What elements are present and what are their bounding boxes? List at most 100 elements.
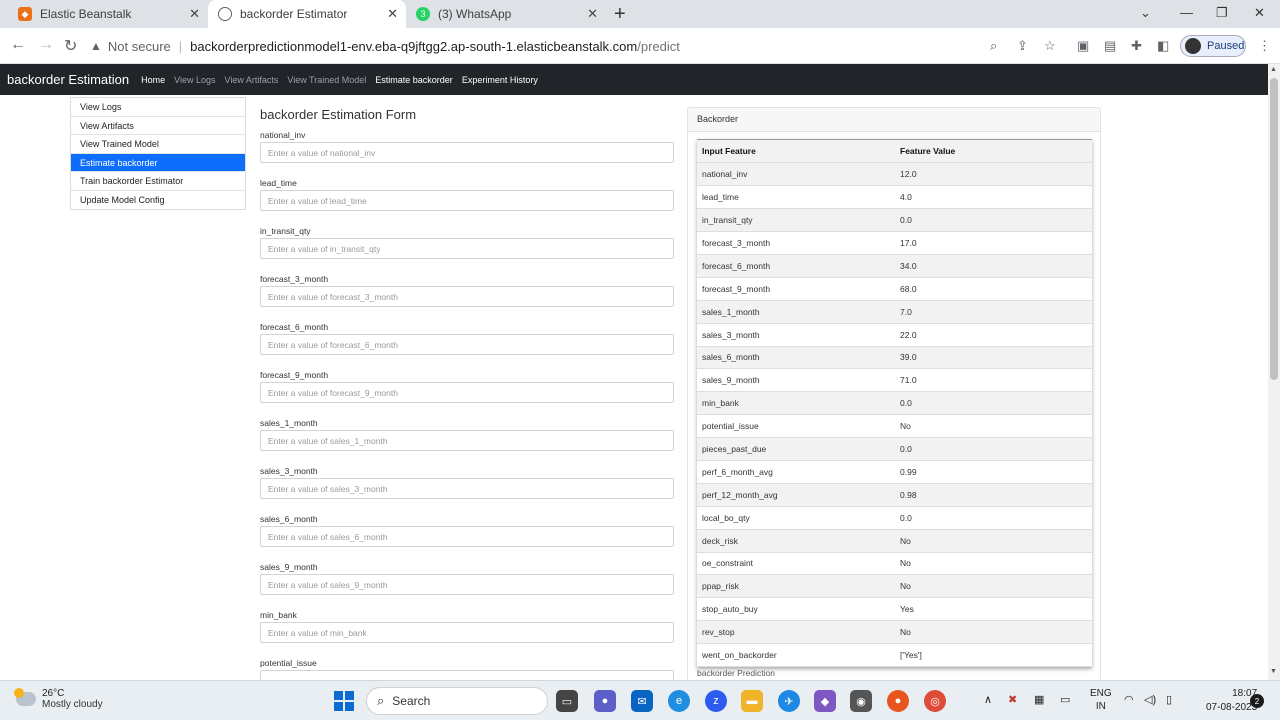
tab-whatsapp[interactable]: 3 (3) WhatsApp ✕ (406, 0, 606, 28)
wifi-icon[interactable]: ◠ (1124, 693, 1134, 706)
feature-name-cell: rev_stop (697, 620, 895, 645)
field-national-inv: national_inv (260, 128, 674, 176)
table-row: potential_issue No (697, 414, 1092, 439)
potential-issue-input[interactable] (260, 670, 674, 680)
tab-elastic-beanstalk[interactable]: ◆ Elastic Beanstalk ✕ (8, 0, 208, 28)
min-bank-input[interactable] (260, 622, 674, 643)
minimize-icon[interactable]: — (1180, 5, 1193, 20)
reload-icon[interactable]: ↻ (64, 36, 77, 56)
chrome-icon[interactable]: ◎ (924, 690, 946, 712)
page-content: View Logs View Artifacts View Trained Mo… (0, 95, 1268, 680)
app-icon[interactable]: ✈ (778, 690, 800, 712)
sidebar-item-train-estimator[interactable]: Train backorder Estimator (71, 172, 245, 191)
extension-icon[interactable]: ▤ (1104, 38, 1116, 54)
weather-widget[interactable]: 26°C Mostly cloudy (14, 688, 103, 710)
forecast-3-month-input[interactable] (260, 286, 674, 307)
extension-icon[interactable]: ▣ (1077, 38, 1089, 54)
lead-time-input[interactable] (260, 190, 674, 211)
sidebar-item-estimate-backorder[interactable]: Estimate backorder (71, 153, 245, 172)
close-icon[interactable]: ✕ (587, 6, 598, 22)
taskbar-search[interactable]: ⌕ Search (366, 687, 548, 715)
scroll-down-icon[interactable]: ▼ (1270, 668, 1277, 675)
forecast-6-month-input[interactable] (260, 334, 674, 355)
column-header: Feature Value (895, 140, 1092, 164)
zoom-app-icon[interactable]: z (705, 690, 727, 712)
feature-name-cell: local_bo_qty (697, 506, 895, 530)
language-top: ENG (1090, 688, 1112, 699)
profile-button[interactable]: Paused (1180, 35, 1246, 57)
app-icon[interactable]: ◆ (814, 690, 836, 712)
sidebar-item-view-trained-model[interactable]: View Trained Model (71, 135, 245, 154)
feature-name-cell: deck_risk (697, 529, 895, 553)
nav-home[interactable]: Home (141, 75, 165, 85)
tab-search-chevron-icon[interactable]: ⌄ (1140, 5, 1151, 21)
firefox-icon[interactable]: ● (887, 690, 909, 712)
feature-value-cell: No (895, 414, 1092, 439)
sidebar-item-update-model-config[interactable]: Update Model Config (71, 191, 245, 210)
side-panel-icon[interactable]: ◧ (1157, 38, 1169, 54)
task-view-icon[interactable]: ▭ (556, 690, 578, 712)
scrollbar-thumb[interactable] (1270, 78, 1278, 380)
keyboard-icon[interactable]: ▦ (1034, 693, 1044, 706)
edge-icon[interactable]: e (668, 690, 690, 712)
close-icon[interactable]: ✕ (189, 6, 200, 22)
file-explorer-icon[interactable]: ▬ (741, 690, 763, 712)
nav-experiment-history[interactable]: Experiment History (462, 75, 538, 85)
language-bottom: IN (1095, 701, 1106, 712)
close-window-icon[interactable]: ✕ (1254, 5, 1265, 21)
navbar-brand[interactable]: backorder Estimation (7, 72, 129, 87)
feature-name-cell: forecast_6_month (697, 254, 895, 278)
feature-name-cell: sales_3_month (697, 323, 895, 347)
restore-icon[interactable]: ❐ (1216, 5, 1228, 21)
close-icon[interactable]: ✕ (387, 6, 398, 22)
display-icon[interactable]: ▭ (1060, 693, 1070, 706)
notification-badge[interactable]: 2 (1250, 694, 1264, 708)
forward-icon[interactable]: → (38, 36, 54, 54)
feature-value-cell: No (895, 574, 1092, 599)
sales-9-month-input[interactable] (260, 574, 674, 595)
puzzle-icon[interactable]: ✚ (1131, 38, 1142, 54)
sales-3-month-input[interactable] (260, 478, 674, 499)
feature-value-cell: 68.0 (895, 277, 1092, 301)
forecast-9-month-input[interactable] (260, 382, 674, 403)
in-transit-qty-input[interactable] (260, 238, 674, 259)
scroll-up-icon[interactable]: ▲ (1270, 66, 1277, 73)
url-host: backorderpredictionmodel1-env.eba-q9jftg… (190, 38, 638, 54)
battery-icon[interactable]: ▯ (1166, 693, 1172, 706)
field-forecast-6-month: forecast_6_month (260, 320, 674, 368)
taskbar: 26°C Mostly cloudy ⌕ Search ▭ ● ✉ e z ▬ … (0, 680, 1280, 720)
chevron-up-icon[interactable]: ∧ (984, 693, 992, 706)
nav-view-logs[interactable]: View Logs (174, 75, 215, 85)
weather-description: Mostly cloudy (42, 699, 103, 710)
tab-backorder-estimator[interactable]: backorder Estimator ✕ (208, 0, 406, 28)
sales-1-month-input[interactable] (260, 430, 674, 451)
bookmark-star-icon[interactable]: ☆ (1044, 38, 1056, 54)
nav-estimate-backorder[interactable]: Estimate backorder (375, 75, 453, 85)
sidebar-item-view-artifacts[interactable]: View Artifacts (71, 117, 245, 135)
zoom-icon[interactable]: ⌕ (990, 38, 997, 54)
windows-start-icon[interactable] (334, 691, 354, 711)
field-label: in_transit_qty (260, 226, 311, 236)
field-label: potential_issue (260, 658, 317, 668)
menu-icon[interactable]: ⋮ (1258, 38, 1271, 54)
sidebar-item-view-logs[interactable]: View Logs (71, 98, 245, 117)
share-icon[interactable]: ⇪ (1017, 38, 1028, 54)
volume-icon[interactable]: ◁) (1144, 693, 1156, 706)
not-secure-label: Not secure (107, 38, 171, 54)
feature-value-cell: Yes (895, 597, 1092, 622)
back-icon[interactable]: ← (10, 36, 26, 54)
table-row: sales_3_month 22.0 (697, 323, 1092, 347)
camera-icon[interactable]: ◉ (850, 690, 872, 712)
nav-view-trained-model[interactable]: View Trained Model (287, 75, 366, 85)
security-icon[interactable]: ✖ (1008, 693, 1017, 706)
national-inv-input[interactable] (260, 142, 674, 163)
new-tab-icon[interactable]: + (614, 3, 626, 26)
address-bar[interactable]: ▲ Not secure | backorderpredictionmodel1… (90, 32, 980, 60)
sales-6-month-input[interactable] (260, 526, 674, 547)
page-scrollbar[interactable]: ▲ ▼ (1268, 64, 1280, 680)
language-indicator[interactable]: ENG IN (1090, 687, 1112, 713)
nav-view-artifacts[interactable]: View Artifacts (225, 75, 279, 85)
mail-icon[interactable]: ✉ (631, 690, 653, 712)
teams-icon[interactable]: ● (594, 690, 616, 712)
sidebar: View Logs View Artifacts View Trained Mo… (70, 97, 246, 210)
